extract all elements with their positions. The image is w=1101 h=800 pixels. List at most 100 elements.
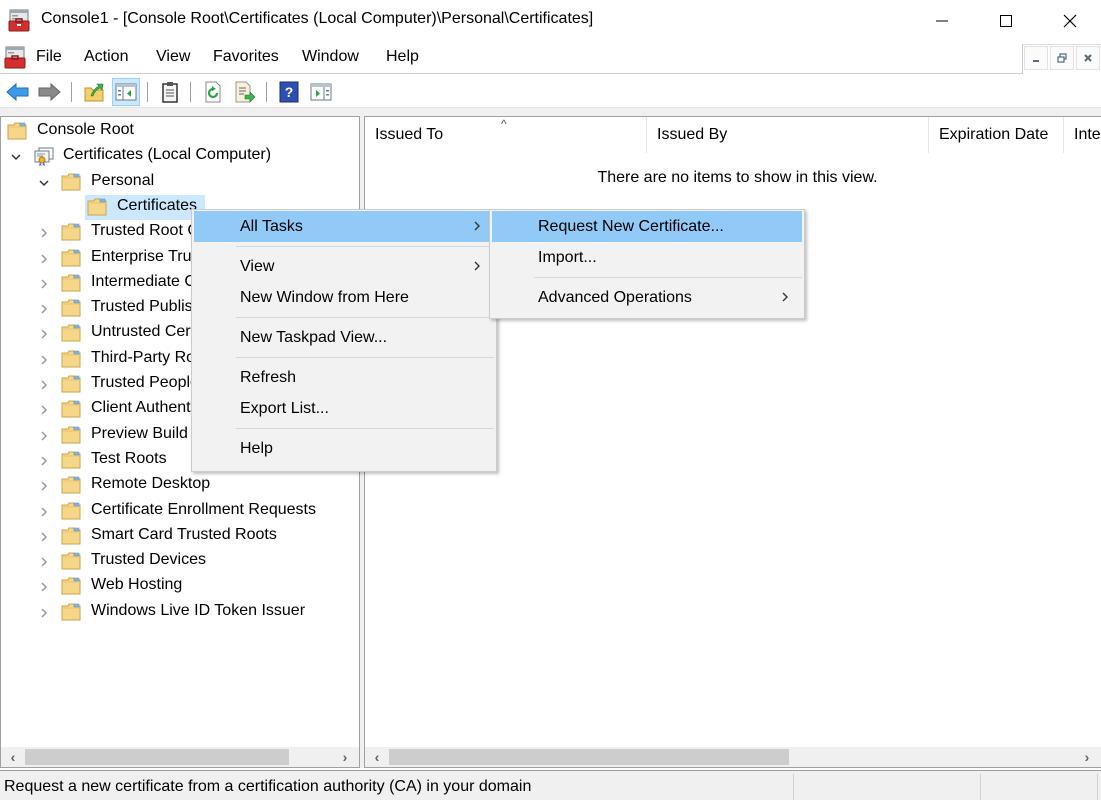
- column-label: Issued By: [657, 126, 728, 143]
- tree-item-label: Smart Card Trusted Roots: [91, 525, 277, 543]
- tree-item-remote-desktop[interactable]: Remote Desktop: [1, 473, 359, 498]
- menu-item-new-taskpad-view[interactable]: New Taskpad View...: [194, 322, 494, 353]
- menu-item-label: Request New Certificate...: [538, 217, 724, 235]
- show-hide-action-pane-button[interactable]: [307, 78, 335, 106]
- chevron-right-icon[interactable]: [37, 252, 51, 266]
- menu-item-label: Advanced Operations: [538, 288, 692, 306]
- back-button[interactable]: [4, 78, 32, 106]
- chevron-right-icon[interactable]: [37, 226, 51, 240]
- folder-icon: [61, 603, 81, 621]
- folder-icon: [61, 577, 81, 595]
- column-header-issued-by[interactable]: Issued By: [647, 117, 929, 153]
- show-hide-action-pane-icon: [310, 83, 332, 101]
- refresh-icon: [205, 81, 221, 103]
- tree-item-certificates-local-computer[interactable]: Certificates (Local Computer): [1, 144, 359, 169]
- mdi-close-button[interactable]: [1076, 46, 1100, 70]
- tree-item-trusted-devices[interactable]: Trusted Devices: [1, 549, 359, 574]
- export-list-button[interactable]: [231, 78, 259, 106]
- scroll-left-icon[interactable]: ‹: [3, 747, 23, 767]
- sort-ascending-icon: ^: [501, 117, 507, 131]
- chevron-down-icon[interactable]: [9, 150, 23, 164]
- forward-button[interactable]: [35, 78, 63, 106]
- back-arrow-icon: [6, 82, 29, 102]
- chevron-right-icon[interactable]: [37, 555, 51, 569]
- folder-icon: [61, 249, 81, 267]
- toolbar: ?: [0, 74, 1101, 108]
- chevron-right-icon[interactable]: [37, 530, 51, 544]
- menu-separator: [236, 317, 494, 318]
- help-button[interactable]: ?: [275, 78, 303, 106]
- chevron-right-icon[interactable]: [37, 378, 51, 392]
- folder-icon: [61, 502, 81, 520]
- scrollbar-thumb[interactable]: [25, 749, 289, 765]
- window-title: Console1 - [Console Root\Certificates (L…: [41, 10, 594, 27]
- up-one-level-button[interactable]: [80, 78, 108, 106]
- menu-item-all-tasks[interactable]: All Tasks: [194, 211, 494, 242]
- folder-icon: [61, 324, 81, 342]
- chevron-right-icon[interactable]: [37, 327, 51, 341]
- menu-item-refresh[interactable]: Refresh: [194, 362, 494, 393]
- chevron-right-icon[interactable]: [37, 580, 51, 594]
- menu-item-import[interactable]: Import...: [492, 242, 802, 273]
- tree-item-web-hosting[interactable]: Web Hosting: [1, 574, 359, 599]
- help-icon: ?: [279, 81, 299, 103]
- maximize-button[interactable]: [975, 0, 1037, 42]
- tree-item-console-root[interactable]: Console Root: [1, 119, 359, 144]
- menu-favorites[interactable]: Favorites: [209, 48, 283, 66]
- properties-button[interactable]: [156, 78, 184, 106]
- tree-item-personal[interactable]: Personal: [1, 170, 359, 195]
- mdi-minimize-button[interactable]: [1024, 46, 1048, 70]
- folder-icon: [61, 274, 81, 292]
- refresh-button[interactable]: [199, 78, 227, 106]
- menu-item-advanced-operations[interactable]: Advanced Operations: [492, 282, 802, 313]
- folder-icon: [61, 426, 81, 444]
- mdi-restore-button[interactable]: [1050, 46, 1074, 70]
- menu-view[interactable]: View: [152, 48, 194, 66]
- menu-action[interactable]: Action: [80, 48, 132, 66]
- chevron-right-icon[interactable]: [37, 505, 51, 519]
- submenu-arrow-icon: [780, 290, 790, 306]
- tree-item-windows-live-id-token-issuer[interactable]: Windows Live ID Token Issuer: [1, 600, 359, 625]
- chevron-right-icon[interactable]: [37, 606, 51, 620]
- mmc-system-menu-icon[interactable]: [4, 46, 28, 70]
- export-list-icon: [235, 81, 256, 103]
- tree-item-label: Remote Desktop: [91, 475, 211, 493]
- tree-horizontal-scrollbar[interactable]: ‹ ›: [1, 747, 359, 767]
- column-header-expiration-date[interactable]: Expiration Date: [929, 117, 1064, 153]
- mmc-app-icon[interactable]: [8, 9, 32, 33]
- tree-item-label: Test Roots: [91, 449, 167, 467]
- menu-help[interactable]: Help: [382, 48, 423, 66]
- chevron-right-icon[interactable]: [37, 277, 51, 291]
- folder-icon: [61, 552, 81, 570]
- results-horizontal-scrollbar[interactable]: ‹ ›: [365, 747, 1101, 767]
- scroll-left-icon[interactable]: ‹: [367, 747, 387, 767]
- context-menu: All Tasks View New Window from Here New Tas…: [191, 209, 497, 472]
- scroll-right-icon[interactable]: ›: [1077, 747, 1097, 767]
- menu-separator: [236, 428, 494, 429]
- scroll-right-icon[interactable]: ›: [335, 747, 355, 767]
- tree-item-smart-card-trusted-roots[interactable]: Smart Card Trusted Roots: [1, 524, 359, 549]
- chevron-down-icon[interactable]: [37, 176, 51, 190]
- menu-item-new-window-from-here[interactable]: New Window from Here: [194, 282, 494, 313]
- minimize-button[interactable]: [911, 0, 973, 42]
- menu-item-request-new-certificate[interactable]: Request New Certificate...: [492, 211, 802, 242]
- chevron-right-icon[interactable]: [37, 403, 51, 417]
- chevron-right-icon[interactable]: [37, 429, 51, 443]
- menu-item-export-list[interactable]: Export List...: [194, 393, 494, 424]
- submenu-arrow-icon: [472, 259, 482, 275]
- menu-item-view[interactable]: View: [194, 251, 494, 282]
- chevron-right-icon[interactable]: [37, 454, 51, 468]
- tree-item-label: Trusted Devices: [91, 551, 206, 569]
- chevron-right-icon[interactable]: [37, 479, 51, 493]
- menu-item-help[interactable]: Help: [194, 433, 494, 464]
- column-header-intended-purposes[interactable]: Intended Purposes: [1064, 117, 1101, 153]
- menu-file[interactable]: File: [32, 48, 66, 66]
- scrollbar-thumb[interactable]: [389, 749, 789, 765]
- close-button[interactable]: [1039, 0, 1101, 42]
- chevron-right-icon[interactable]: [37, 302, 51, 316]
- folder-icon: [61, 350, 81, 368]
- show-hide-console-tree-button[interactable]: [112, 78, 140, 106]
- chevron-right-icon[interactable]: [37, 353, 51, 367]
- menu-window[interactable]: Window: [298, 48, 363, 66]
- tree-item-certificate-enrollment-requests[interactable]: Certificate Enrollment Requests: [1, 499, 359, 524]
